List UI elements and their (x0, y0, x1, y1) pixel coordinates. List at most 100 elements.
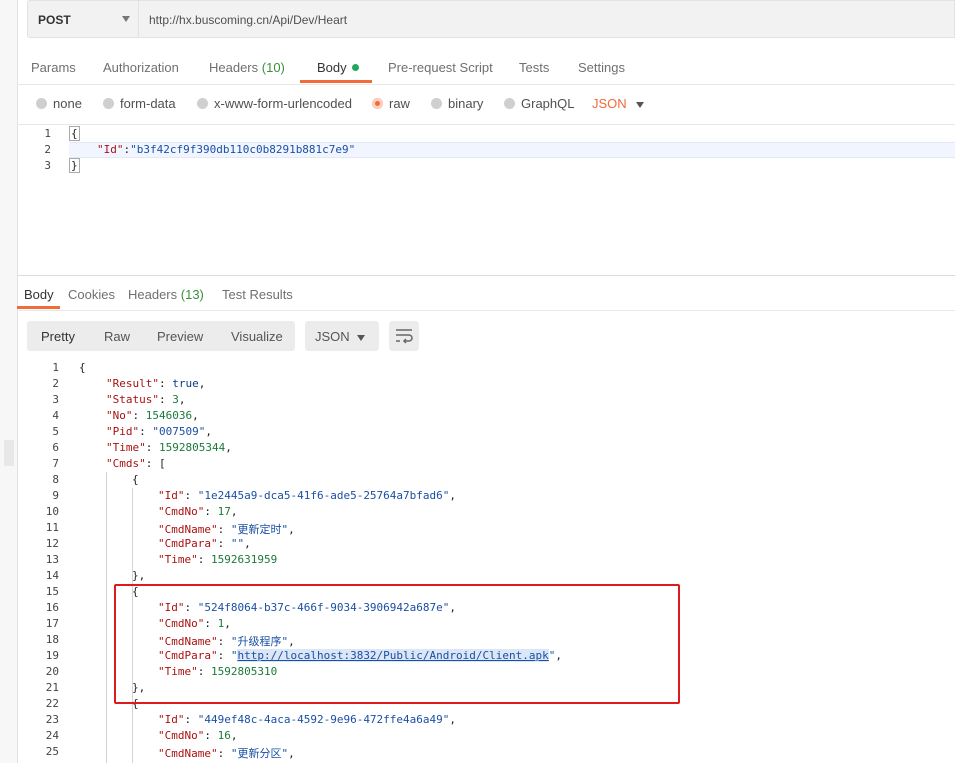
line-number: 1 (44, 127, 51, 140)
chevron-down-icon[interactable] (636, 102, 644, 108)
code-line: 4 "No": 1546036, (17, 409, 955, 425)
radio-form-data[interactable]: form-data (103, 96, 176, 111)
code-line: 7 "Cmds": [ (17, 457, 955, 473)
tab-settings[interactable]: Settings (578, 60, 625, 75)
line-number: 5 (52, 425, 59, 438)
json-value: true (172, 377, 199, 390)
line-number: 24 (45, 729, 59, 742)
radio-selected-icon (372, 98, 383, 110)
line-number: 19 (45, 649, 59, 662)
json-colon: : (158, 377, 173, 390)
json-value: "更新分区" (230, 747, 289, 760)
code-text: { (132, 473, 139, 486)
json-value: 3 (172, 393, 179, 406)
wrap-lines-button[interactable] (389, 321, 419, 351)
json-key: "Result" (106, 377, 159, 390)
json-key: "Id" (158, 713, 185, 726)
line-number: 14 (45, 569, 59, 582)
tab-response-headers-label: Headers (128, 287, 178, 302)
code-text: }, (132, 569, 145, 582)
radio-circle-icon (197, 98, 208, 110)
tab-cookies[interactable]: Cookies (68, 287, 115, 302)
code-text: "Cmds": [ (106, 457, 166, 470)
radio-binary[interactable]: binary (431, 96, 483, 111)
line-number: 7 (52, 457, 59, 470)
json-value: "007509" (152, 425, 206, 438)
left-sidebar-edge (0, 0, 18, 763)
json-value: "更新定时" (230, 523, 289, 536)
line-number: 4 (52, 409, 59, 422)
body-type-selector: none form-data x-www-form-urlencoded raw… (17, 90, 955, 122)
tab-tests[interactable]: Tests (519, 60, 549, 75)
json-key: "Pid" (106, 425, 140, 438)
sidebar-handle[interactable] (4, 440, 14, 466)
view-visualize[interactable]: Visualize (231, 329, 283, 344)
line-number: 1 (52, 361, 59, 374)
code-line: 9 "Id": "1e2445a9-dca5-41f6-ade5-25764a7b… (17, 489, 955, 505)
radio-x-www-form-urlencoded[interactable]: x-www-form-urlencoded (197, 96, 352, 111)
tab-pre-request-script[interactable]: Pre-request Script (388, 60, 493, 75)
tab-test-results[interactable]: Test Results (222, 287, 293, 302)
json-bracket: { (132, 473, 139, 486)
json-colon: : (204, 505, 218, 518)
request-body-editor[interactable]: 1 { 2 "Id":"b3f42cf9f390db110c0b8291b881… (17, 124, 955, 276)
close-brace: } (69, 158, 80, 173)
json-comma: , (288, 747, 295, 760)
code-line: 3 "Status": 3, (17, 393, 955, 409)
code-line: 3 } (17, 158, 955, 175)
tab-settings-label: Settings (578, 60, 625, 75)
body-format-select[interactable]: JSON (592, 96, 627, 111)
tab-response-headers[interactable]: Headers (13) (128, 287, 204, 302)
code-line: 5 "Pid": "007509", (17, 425, 955, 441)
code-text: "Id":"b3f42cf9f390db110c0b8291b881c7e9" (97, 143, 356, 156)
line-number: 17 (45, 617, 59, 630)
line-number: 15 (45, 585, 59, 598)
code-line: 2 "Result": true, (17, 377, 955, 393)
json-bracket: }, (132, 569, 146, 582)
radio-urlencoded-label: x-www-form-urlencoded (214, 96, 352, 111)
tab-body[interactable]: Body (317, 60, 359, 75)
json-bracket: { (79, 361, 86, 374)
indent-guide (106, 472, 107, 763)
tab-body-label: Body (317, 60, 347, 75)
view-pretty[interactable]: Pretty (41, 329, 75, 344)
line-number: 11 (45, 521, 59, 534)
radio-none[interactable]: none (36, 96, 82, 111)
json-colon: : (217, 537, 231, 550)
json-comma: , (192, 409, 199, 422)
tab-pre-request-label: Pre-request Script (388, 60, 493, 75)
code-text: "CmdNo": 16, (158, 729, 237, 742)
json-key: "No" (106, 409, 133, 422)
json-comma: , (225, 441, 232, 454)
tab-params[interactable]: Params (31, 60, 76, 75)
json-key: "Time" (106, 441, 146, 454)
json-value: [ (159, 457, 166, 470)
code-text: "Status": 3, (106, 393, 185, 406)
line-number: 10 (45, 505, 59, 518)
response-format-select[interactable]: JSON (305, 321, 379, 351)
method-select[interactable]: POST (27, 0, 139, 38)
radio-raw[interactable]: raw (372, 96, 410, 111)
tab-authorization[interactable]: Authorization (103, 60, 179, 75)
code-text: "Id": "1e2445a9-dca5-41f6-ade5-25764a7bf… (158, 489, 456, 502)
json-key: "Id" (97, 143, 124, 156)
code-text: { (79, 361, 86, 374)
json-colon: : (132, 409, 146, 422)
json-colon: : (217, 523, 231, 536)
view-raw[interactable]: Raw (104, 329, 130, 344)
chevron-down-icon (122, 16, 130, 22)
json-comma: , (244, 537, 251, 550)
code-line: 1 { (17, 126, 955, 143)
tab-response-body[interactable]: Body (24, 287, 54, 302)
code-text: "CmdName": "更新分区", (158, 745, 295, 761)
tab-tests-label: Tests (519, 60, 550, 75)
code-line: 13 "Time": 1592631959 (17, 553, 955, 569)
view-preview[interactable]: Preview (157, 329, 203, 344)
radio-form-data-label: form-data (120, 96, 176, 111)
code-text: } (69, 158, 80, 173)
json-key: "CmdNo" (158, 729, 205, 742)
radio-graphql[interactable]: GraphQL (504, 96, 574, 111)
url-input[interactable]: http://hx.buscoming.cn/Api/Dev/Heart (139, 0, 955, 38)
tab-headers[interactable]: Headers (10) (209, 60, 285, 75)
line-number: 22 (45, 697, 59, 710)
